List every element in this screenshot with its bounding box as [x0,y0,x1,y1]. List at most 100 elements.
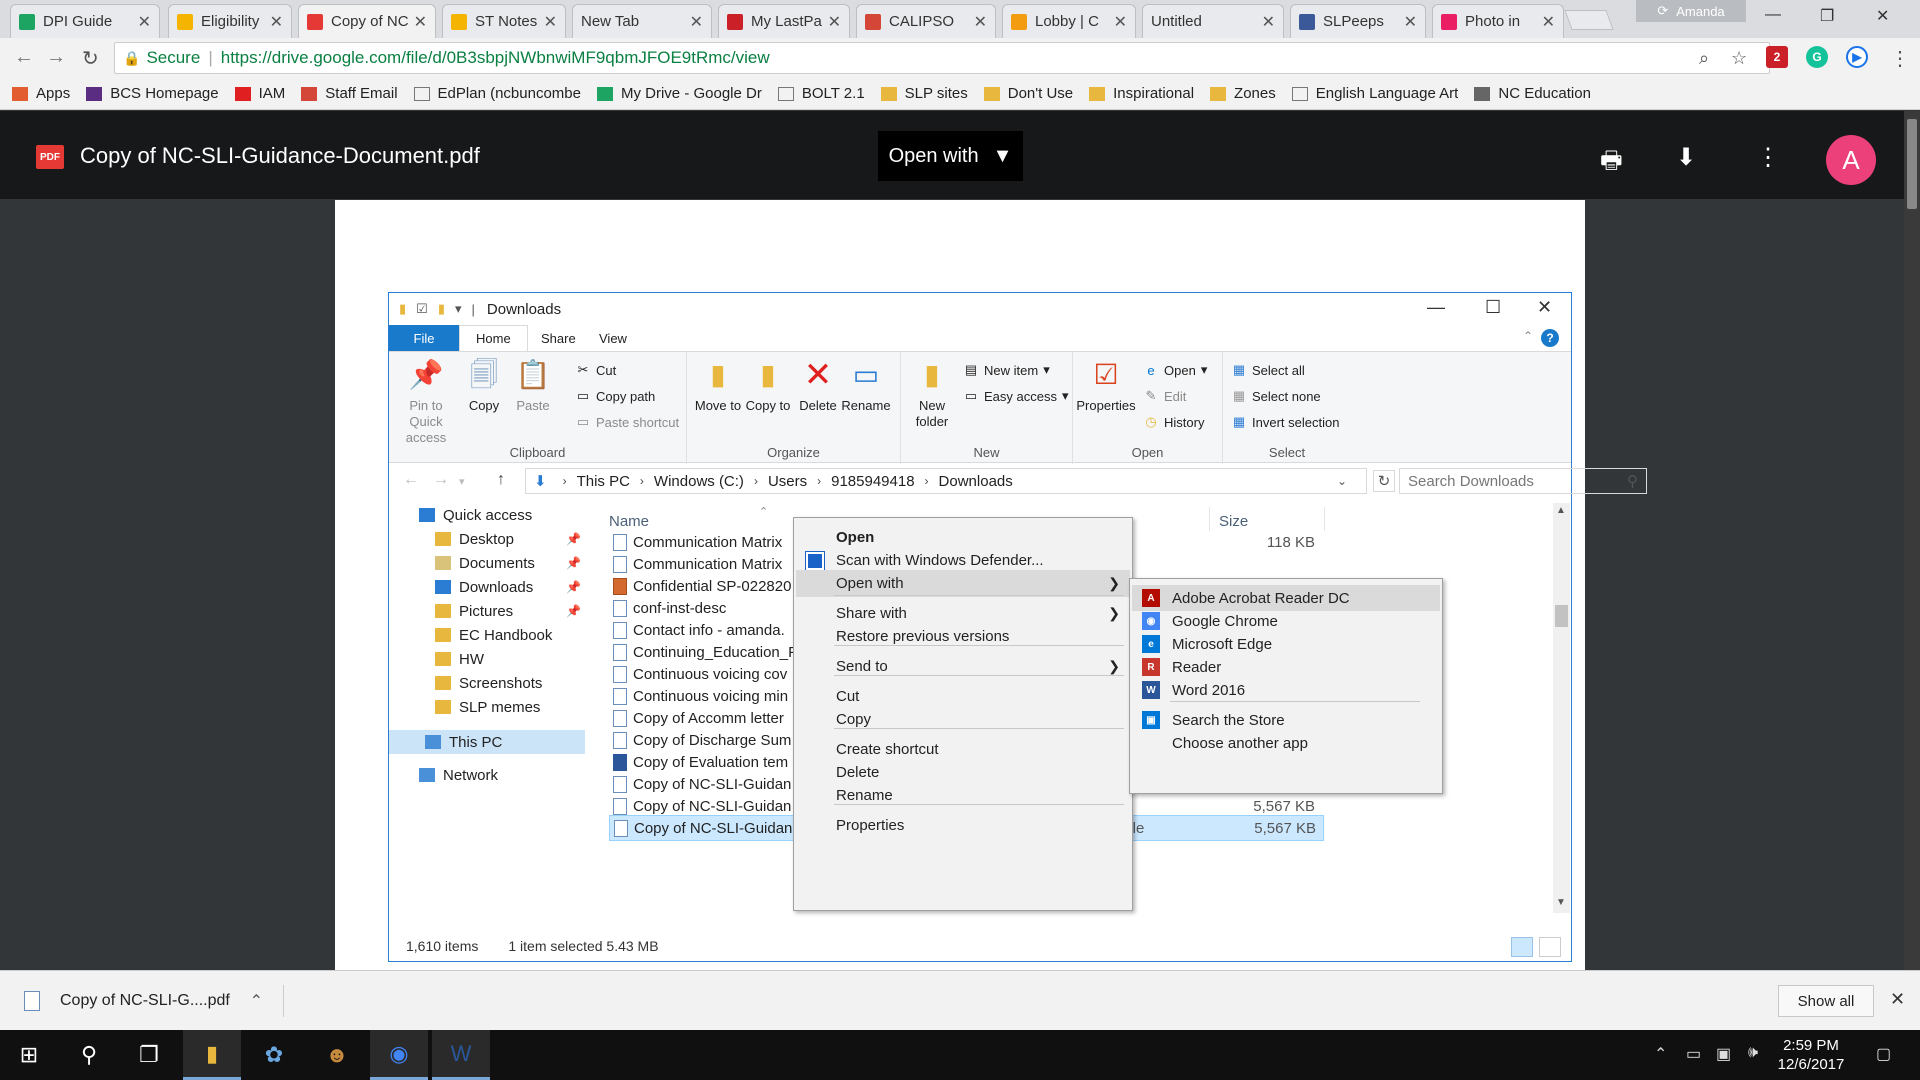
task-view-icon[interactable]: ❐ [120,1030,178,1080]
column-separator[interactable] [1209,507,1210,531]
forward-icon[interactable]: → [433,471,449,489]
large-icons-view-icon[interactable] [1539,937,1561,957]
history-button[interactable]: ◷ History [1143,412,1204,432]
more-options-icon[interactable]: ⋮ [1756,143,1780,172]
nav-item[interactable]: Pictures 📌 [389,599,585,623]
close-tab-icon[interactable]: ✕ [138,12,151,32]
nav-item[interactable]: Desktop 📌 [389,527,585,551]
browser-tab[interactable]: My LastPass ✕ [718,4,850,38]
bookmark-item[interactable]: My Drive - Google Dr [596,85,762,102]
select-all-button[interactable]: ▦ Select all [1231,360,1305,380]
scroll-up-icon[interactable]: ▲ [1556,505,1566,516]
close-tab-icon[interactable]: ✕ [974,12,987,32]
nav-item[interactable]: Documents 📌 [389,551,585,575]
new-folder-button[interactable]: ▮ New folder [905,356,959,430]
copy-to-button[interactable]: ▮ Copy to [741,356,795,414]
address-bar[interactable]: 🔒 Secure | https://drive.google.com/file… [114,42,1770,74]
bookmark-item[interactable]: Staff Email [301,85,398,102]
nav-item[interactable]: Quick access [389,503,585,527]
browser-tab[interactable]: ST Notes ✕ [442,4,566,38]
file-list-scrollbar[interactable]: ▲ ▼ [1553,503,1570,913]
bookmark-item[interactable]: Zones [1210,85,1276,102]
viewer-scrollbar[interactable] [1904,111,1920,970]
scrollbar-thumb[interactable] [1555,605,1568,627]
tab-file[interactable]: File [389,325,459,351]
search-downloads-input[interactable]: Search Downloads ⚲ [1399,468,1647,494]
download-item[interactable]: Copy of NC-SLI-G....pdf ⌃ [24,985,284,1017]
open-with-button[interactable]: Open with ▼ [878,131,1023,181]
grammarly-extension-icon[interactable]: G [1806,46,1828,68]
close-window-icon[interactable]: ✕ [1876,6,1889,26]
nav-item[interactable]: Screenshots [389,671,585,695]
chrome-taskbar-icon[interactable]: ◉ [370,1030,428,1080]
browser-tab[interactable]: Photo in ✕ [1432,4,1564,38]
battery-icon[interactable]: ▭ [1686,1044,1701,1064]
close-tab-icon[interactable]: ✕ [414,12,427,32]
refresh-icon[interactable]: ↻ [1373,470,1395,492]
network-icon[interactable]: ▣ [1716,1044,1731,1064]
paste-button[interactable]: 📋 Paste [506,356,560,414]
browser-tab[interactable]: Lobby | C ✕ [1002,4,1136,38]
browser-tab[interactable]: Untitled ✕ [1142,4,1284,38]
lastpass-extension-icon[interactable]: 2 [1766,46,1788,68]
back-icon[interactable]: ← [403,471,419,489]
easy-access-button[interactable]: ▭ Easy access ▾ [963,386,1069,406]
details-view-icon[interactable] [1511,937,1533,957]
properties-button[interactable]: ☑ Properties [1075,356,1137,414]
tab-view[interactable]: View [583,325,643,351]
bookmark-item[interactable]: SLP sites [880,85,968,102]
close-tab-icon[interactable]: ✕ [1542,12,1555,32]
browser-tab[interactable]: New Tab ✕ [572,4,712,38]
close-tab-icon[interactable]: ✕ [544,12,557,32]
minimize-icon[interactable]: — [1765,6,1781,24]
search-icon[interactable]: ⚲ [60,1030,118,1080]
column-header-name[interactable]: Name [609,513,649,530]
play-extension-icon[interactable]: ▶ [1846,46,1868,68]
nav-item[interactable]: This PC [389,730,585,754]
show-hidden-icons[interactable]: ⌃ [1654,1044,1667,1064]
app-taskbar-icon[interactable]: ☻ [308,1030,366,1080]
bookmark-item[interactable]: EdPlan (ncbuncombe [413,85,581,102]
maximize-icon[interactable]: ❐ [1820,6,1834,26]
back-icon[interactable]: ← [14,46,34,69]
download-icon[interactable]: ⬇ [1676,143,1696,172]
chrome-menu-icon[interactable]: ⋮ [1890,46,1910,71]
breadcrumb-users[interactable]: Users [768,473,807,490]
cut-button[interactable]: ✂ Cut [575,360,617,380]
close-tab-icon[interactable]: ✕ [1262,12,1275,32]
bookmark-item[interactable]: English Language Art [1291,85,1458,102]
open-button[interactable]: e Open ▾ [1143,360,1207,380]
avatar[interactable]: A [1826,135,1876,185]
nav-item[interactable]: SLP memes [389,695,585,719]
reload-icon[interactable]: ↻ [82,46,99,71]
bookmark-item[interactable]: IAM [234,85,285,102]
new-tab-button[interactable] [1564,10,1614,30]
nav-item[interactable]: Network [389,763,585,787]
browser-tab[interactable]: DPI Guide ✕ [10,4,160,38]
scroll-down-icon[interactable]: ▼ [1556,897,1566,908]
move-to-button[interactable]: ▮ Move to [691,356,745,414]
close-download-bar-icon[interactable]: ✕ [1890,989,1905,1010]
invert-selection-button[interactable]: ▦ Invert selection [1231,412,1340,432]
select-none-button[interactable]: ▦ Select none [1231,386,1321,406]
recent-locations-icon[interactable]: ▾ [459,475,465,488]
edit-button[interactable]: ✎ Edit [1143,386,1187,406]
show-all-button[interactable]: Show all [1778,985,1874,1017]
breadcrumb-user-id[interactable]: 9185949418 [831,473,914,490]
column-header-size[interactable]: Size [1219,513,1248,530]
tab-share[interactable]: Share [525,325,592,351]
tab-home[interactable]: Home [459,325,528,351]
bookmark-item[interactable]: Don't Use [983,85,1073,102]
collapse-ribbon-icon[interactable]: ⌃ [1523,329,1533,343]
breadcrumb-windows-c[interactable]: Windows (C:) [654,473,744,490]
action-center-icon[interactable]: ▢ [1876,1044,1891,1064]
scrollbar-thumb[interactable] [1907,119,1917,209]
copy-button[interactable]: 🗐 Copy [457,356,511,414]
browser-tab[interactable]: CALIPSO ✕ [856,4,996,38]
copy-path-button[interactable]: ▭ Copy path [575,386,655,406]
browser-tab[interactable]: Copy of NC ✕ [298,4,436,38]
close-tab-icon[interactable]: ✕ [828,12,841,32]
print-icon[interactable]: 🖶 [1600,143,1623,184]
bookmark-item[interactable]: Apps [12,85,70,102]
close-tab-icon[interactable]: ✕ [270,12,283,32]
